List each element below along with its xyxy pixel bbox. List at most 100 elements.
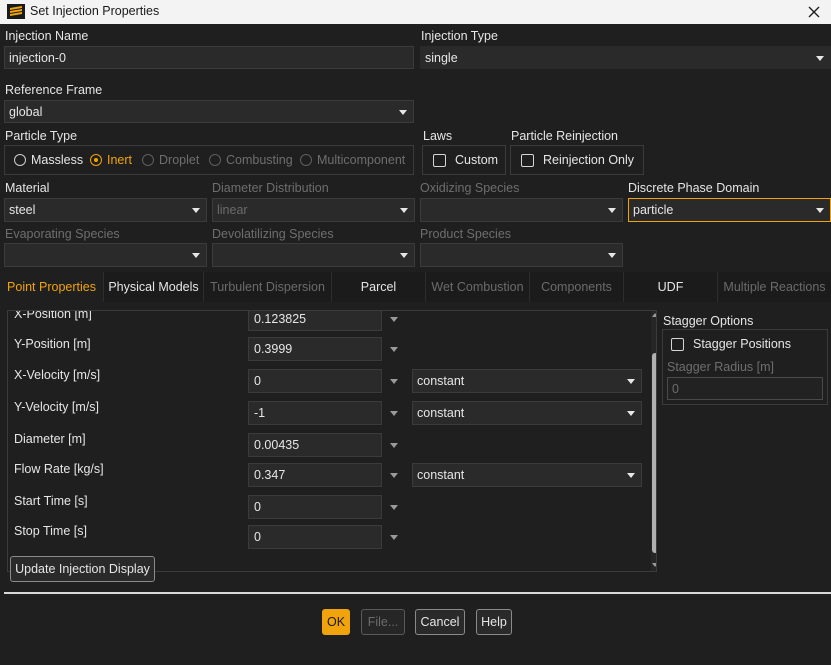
chevron-down-icon[interactable] [390,535,398,540]
checkbox-label: Stagger Positions [693,337,791,351]
chevron-down-icon[interactable] [390,317,398,322]
help-button[interactable]: Help [476,609,512,635]
injection-name-value: injection-0 [9,50,66,65]
flow-rate-label: Flow Rate [kg/s] [14,462,104,476]
y-position-value: 0.3999 [254,342,293,356]
diameter-distribution-value: linear [217,203,248,217]
radio-massless[interactable]: Massless [14,153,83,167]
chevron-down-icon [816,55,824,61]
stagger-radius-input[interactable]: 0 [667,377,823,400]
radio-icon [209,154,221,166]
radio-label: Droplet [159,153,200,167]
product-species-label: Product Species [420,227,512,241]
diameter-input[interactable]: 0.00435 [248,433,382,457]
flow-rate-input[interactable]: 0.347 [248,463,382,487]
y-position-label: Y-Position [m] [14,337,91,351]
tab-udf[interactable]: UDF [624,272,718,302]
close-icon [808,6,820,18]
y-velocity-value: -1 [254,406,266,420]
stop-time-value: 0 [254,530,261,544]
tab-components[interactable]: Components [530,272,624,302]
stop-time-input[interactable]: 0 [248,525,382,549]
evaporating-species-select[interactable] [4,243,207,267]
radio-label: Inert [107,153,133,167]
ok-button[interactable]: OK [322,609,350,635]
panel-scrollbar[interactable] [651,311,656,571]
radio-inert[interactable]: Inert [90,153,132,167]
window-titlebar: Set Injection Properties [0,0,831,24]
dialog-body: Injection Name injection-0 Injection Typ… [0,24,831,665]
checkbox-icon [433,153,446,167]
checkbox-icon [671,337,684,351]
chevron-down-icon [816,208,824,213]
scroll-down-icon[interactable] [652,563,656,567]
radio-label: Combusting [226,153,293,167]
x-position-input[interactable]: 0.123825 [248,311,382,331]
x-velocity-value: 0 [254,374,261,388]
tab-parcel[interactable]: Parcel [332,272,426,302]
chevron-down-icon[interactable] [390,347,398,352]
devolatilizing-species-label: Devolatilizing Species [212,227,334,241]
devolatilizing-species-select[interactable] [212,243,415,267]
start-time-value: 0 [254,500,261,514]
material-select[interactable]: steel [4,198,207,222]
reinjection-only-checkbox[interactable]: Reinjection Only [521,153,634,167]
injection-name-input[interactable]: injection-0 [4,46,414,69]
checkbox-label: Custom [455,153,499,167]
radio-combusting[interactable]: Combusting [209,153,293,167]
reference-frame-value: global [9,104,43,119]
oxidizing-species-select[interactable] [420,198,623,222]
x-velocity-profile-value: constant [417,374,465,388]
x-velocity-input[interactable]: 0 [248,369,382,393]
injection-type-select[interactable]: single [420,46,831,69]
reference-frame-select[interactable]: global [4,100,414,123]
chevron-down-icon[interactable] [390,443,398,448]
diameter-distribution-label: Diameter Distribution [212,181,329,195]
x-velocity-profile-select[interactable]: constant [412,369,642,393]
stagger-positions-checkbox[interactable]: Stagger Positions [671,337,791,351]
x-position-value: 0.123825 [254,312,307,326]
tab-turbulent-dispersion[interactable]: Turbulent Dispersion [204,272,332,302]
tab-physical-models[interactable]: Physical Models [104,272,204,302]
radio-multicomponent[interactable]: Multicomponent [300,153,405,167]
discrete-phase-domain-select[interactable]: particle [628,198,831,222]
chevron-down-icon[interactable] [390,411,398,416]
stagger-options-label: Stagger Options [663,314,754,328]
tab-wet-combustion[interactable]: Wet Combustion [426,272,530,302]
radio-label: Massless [31,153,84,167]
radio-droplet[interactable]: Droplet [142,153,199,167]
diameter-distribution-select[interactable]: linear [212,198,415,222]
chevron-down-icon[interactable] [390,505,398,510]
chevron-down-icon[interactable] [390,379,398,384]
start-time-input[interactable]: 0 [248,495,382,519]
tab-point-properties[interactable]: Point Properties [0,272,104,302]
scroll-up-icon[interactable] [652,313,656,317]
radio-icon [14,154,26,166]
app-icon [7,4,25,19]
y-velocity-input[interactable]: -1 [248,401,382,425]
chevron-down-icon [400,253,408,258]
diameter-label: Diameter [m] [14,432,86,446]
stagger-options-group: Stagger Positions Stagger Radius [m] 0 [662,329,828,405]
checkbox-label: Reinjection Only [543,153,635,167]
flow-rate-profile-select[interactable]: constant [412,463,642,487]
stagger-radius-label: Stagger Radius [m] [667,360,774,374]
close-button[interactable] [797,0,831,24]
tab-bar: Point Properties Physical Models Turbule… [0,272,831,302]
file-button[interactable]: File... [361,609,405,635]
y-velocity-label: Y-Velocity [m/s] [14,400,99,414]
chevron-down-icon[interactable] [390,473,398,478]
y-velocity-profile-value: constant [417,406,465,420]
product-species-select[interactable] [420,243,623,267]
discrete-phase-domain-label: Discrete Phase Domain [628,181,760,195]
update-injection-display-button[interactable]: Update Injection Display [10,556,155,582]
cancel-button[interactable]: Cancel [415,609,465,635]
tab-multiple-reactions[interactable]: Multiple Reactions [718,272,831,302]
y-velocity-profile-select[interactable]: constant [412,401,642,425]
scrollbar-thumb[interactable] [652,353,656,553]
radio-icon [142,154,154,166]
oxidizing-species-label: Oxidizing Species [420,181,520,195]
custom-checkbox[interactable]: Custom [433,153,498,167]
y-position-input[interactable]: 0.3999 [248,337,382,361]
chevron-down-icon [627,379,635,384]
